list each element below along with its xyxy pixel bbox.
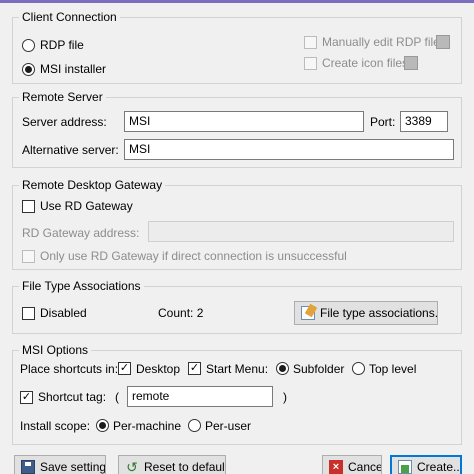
disabled-checkbox[interactable] xyxy=(22,307,35,320)
top-level-label[interactable]: Top level xyxy=(369,362,416,376)
reset-to-default-button[interactable]: ↺ Reset to default xyxy=(118,455,226,474)
msi-options-legend: MSI Options xyxy=(22,343,89,357)
save-settings-label: Save settings xyxy=(40,460,106,474)
remote-server-legend: Remote Server xyxy=(22,90,103,104)
port-input[interactable]: 3389 xyxy=(400,111,448,132)
reset-icon: ↺ xyxy=(126,459,138,474)
file-type-associations-label: File type associations... xyxy=(320,306,438,320)
create-label: Create... xyxy=(417,460,462,474)
use-rd-gateway-label[interactable]: Use RD Gateway xyxy=(40,199,133,213)
start-menu-checkbox[interactable]: ✓ xyxy=(188,362,201,375)
use-rd-gateway-checkbox[interactable] xyxy=(22,200,35,213)
rd-gateway-address-label: RD Gateway address: xyxy=(22,226,140,240)
disabled-label[interactable]: Disabled xyxy=(40,306,87,320)
shortcut-tag-label[interactable]: Shortcut tag: xyxy=(38,390,106,404)
manually-edit-label[interactable]: Manually edit RDP file xyxy=(322,35,440,49)
desktop-checkbox[interactable]: ✓ xyxy=(118,362,131,375)
top-level-radio[interactable] xyxy=(352,362,365,375)
rdp-file-radio[interactable] xyxy=(22,39,35,52)
gateway-legend: Remote Desktop Gateway xyxy=(22,178,163,192)
create-icon-files-checkbox[interactable] xyxy=(304,57,317,70)
msi-installer-radio[interactable] xyxy=(22,63,35,76)
paren-open: ( xyxy=(115,390,119,404)
create-icon-files-label[interactable]: Create icon files xyxy=(322,56,408,70)
title-bar-strip xyxy=(0,0,474,3)
client-connection-legend: Client Connection xyxy=(22,10,117,24)
install-scope-label: Install scope: xyxy=(20,419,91,433)
only-use-gateway-checkbox[interactable] xyxy=(22,250,35,263)
per-user-radio[interactable] xyxy=(188,419,201,432)
rd-gateway-address-input[interactable] xyxy=(148,221,454,242)
file-type-associations-icon xyxy=(301,306,315,320)
save-icon xyxy=(21,460,35,474)
cancel-label: Cancel xyxy=(348,460,382,474)
per-user-label[interactable]: Per-user xyxy=(205,419,251,433)
port-label: Port: xyxy=(370,115,396,129)
shortcut-tag-checkbox[interactable]: ✓ xyxy=(20,391,33,404)
paren-close: ) xyxy=(283,390,287,404)
per-machine-label[interactable]: Per-machine xyxy=(113,419,181,433)
manually-edit-checkbox[interactable] xyxy=(304,36,317,49)
create-icon xyxy=(398,460,412,474)
per-machine-radio[interactable] xyxy=(96,419,109,432)
edit-file-icon xyxy=(436,35,450,49)
msi-installer-label[interactable]: MSI installer xyxy=(40,62,106,76)
server-address-label: Server address: xyxy=(22,115,107,129)
only-use-gateway-label[interactable]: Only use RD Gateway if direct connection… xyxy=(40,249,347,263)
alternative-server-label: Alternative server: xyxy=(22,143,119,157)
server-address-input[interactable]: MSI xyxy=(124,111,364,132)
shortcut-tag-input[interactable]: remote xyxy=(127,386,273,407)
place-shortcuts-label: Place shortcuts in: xyxy=(20,362,119,376)
alternative-server-input[interactable]: MSI xyxy=(124,139,454,160)
reset-to-default-label: Reset to default xyxy=(144,460,226,474)
start-menu-label[interactable]: Start Menu: xyxy=(206,362,268,376)
count-label: Count: 2 xyxy=(158,306,204,320)
icon-files-icon xyxy=(404,56,418,70)
save-settings-button[interactable]: Save settings xyxy=(14,455,106,474)
create-button[interactable]: Create... xyxy=(390,455,462,474)
rdp-file-label[interactable]: RDP file xyxy=(40,38,84,52)
file-type-legend: File Type Associations xyxy=(22,279,141,293)
cancel-icon: × xyxy=(329,460,343,474)
cancel-button[interactable]: × Cancel xyxy=(322,455,382,474)
subfolder-label[interactable]: Subfolder xyxy=(293,362,344,376)
file-type-associations-button[interactable]: File type associations... xyxy=(294,301,438,325)
subfolder-radio[interactable] xyxy=(276,362,289,375)
desktop-label[interactable]: Desktop xyxy=(136,362,180,376)
